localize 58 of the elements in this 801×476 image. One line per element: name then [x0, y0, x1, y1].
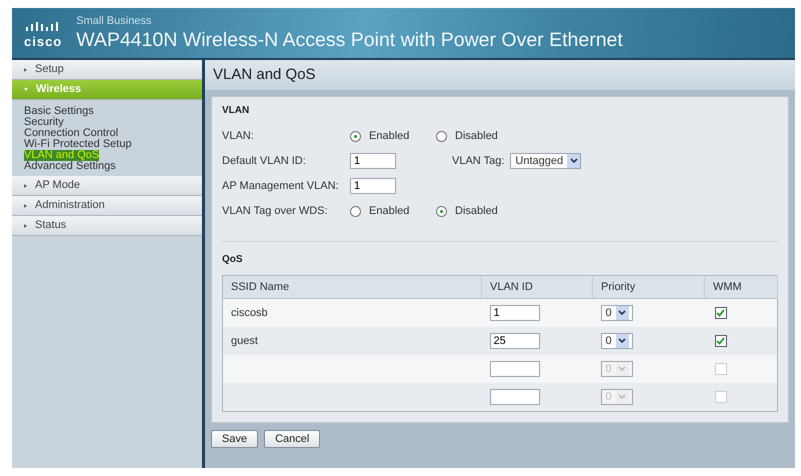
checkbox[interactable]	[714, 307, 726, 320]
dropdown[interactable]: 0	[600, 305, 632, 321]
caret-icon	[616, 390, 629, 404]
product-line: Small Business	[76, 14, 152, 26]
column-header: VLAN ID	[482, 276, 592, 298]
product-title: WAP4410N Wireless-N Access Point with Power Over Ethernet	[76, 28, 623, 52]
menu-item[interactable]: Advanced Settings	[24, 161, 116, 172]
dropdown[interactable]: 0	[600, 333, 632, 349]
menu-item[interactable]: Basic Settings	[24, 106, 94, 117]
menu-group[interactable]: AP Mode	[12, 176, 202, 196]
menu-group[interactable]: Administration	[12, 196, 202, 216]
caret-icon	[616, 362, 629, 376]
action-button[interactable]: Save	[211, 430, 258, 448]
input-field[interactable]	[490, 389, 540, 405]
radio-label: Enabled	[369, 205, 410, 217]
radio-button[interactable]	[350, 130, 361, 142]
field-label: VLAN:	[222, 130, 255, 142]
triangle-icon	[24, 224, 27, 228]
field-label: AP Management VLAN:	[222, 180, 340, 192]
triangle-icon	[24, 184, 27, 188]
section-heading: QoS	[222, 254, 244, 265]
input-field[interactable]: 1	[350, 178, 396, 194]
triangle-icon	[24, 68, 27, 72]
input-field[interactable]	[490, 361, 540, 377]
radio-label: Disabled	[455, 205, 498, 217]
field-label: Default VLAN ID:	[222, 155, 307, 167]
radio-button[interactable]	[350, 206, 361, 216]
radio-label: Enabled	[369, 130, 410, 142]
input-field[interactable]: 25	[490, 333, 540, 349]
caret-icon	[567, 154, 580, 168]
section-heading: VLAN	[222, 105, 250, 116]
logo-bars-icon	[26, 22, 60, 32]
caret-icon	[616, 334, 629, 348]
brand-logo-text: cisco	[24, 34, 62, 48]
menu-item[interactable]: Wi-Fi Protected Setup	[24, 139, 132, 150]
column-header: WMM	[704, 276, 778, 298]
caret-icon	[616, 306, 629, 320]
action-button[interactable]: Cancel	[264, 430, 320, 448]
page-title: VLAN and QoS	[205, 60, 795, 90]
menu-item[interactable]: Security	[24, 117, 64, 128]
radio-label: Disabled	[455, 130, 498, 142]
input-field[interactable]: 1	[490, 305, 540, 321]
table-cell: guest	[231, 335, 258, 347]
dropdown[interactable]: Untagged	[510, 153, 582, 169]
radio-button[interactable]	[436, 206, 447, 216]
table-cell: ciscosb	[231, 307, 268, 319]
triangle-icon	[24, 204, 27, 208]
menu-group[interactable]: Status	[12, 216, 202, 236]
field-label: VLAN Tag:	[452, 155, 504, 167]
menu-group[interactable]: Setup	[12, 60, 202, 80]
radio-button[interactable]	[436, 130, 447, 142]
triangle-icon	[24, 88, 28, 91]
column-header: Priority	[592, 276, 704, 298]
menu-item[interactable]: Connection Control	[24, 128, 118, 139]
input-field[interactable]: 1	[350, 153, 396, 169]
column-header: SSID Name	[222, 276, 482, 298]
field-label: VLAN Tag over WDS:	[222, 205, 329, 217]
checkbox[interactable]	[714, 335, 726, 348]
